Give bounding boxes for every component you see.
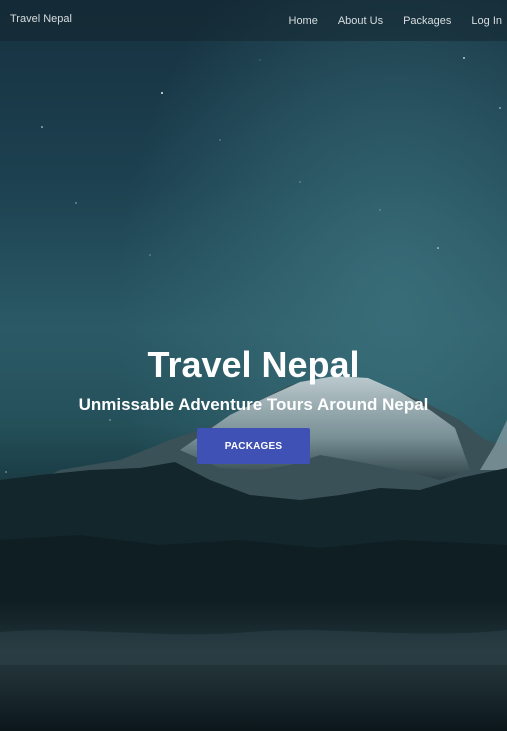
- hero-title: Travel Nepal: [147, 344, 360, 385]
- packages-button[interactable]: PACKAGES: [197, 428, 310, 464]
- hero-section: Travel Nepal Home About Us Packages Log …: [0, 0, 507, 731]
- nav-link-log-in[interactable]: Log In: [471, 15, 502, 27]
- nav-links: Home About Us Packages Log In: [289, 0, 507, 41]
- nav-link-home[interactable]: Home: [289, 15, 318, 27]
- nav-link-about-us[interactable]: About Us: [338, 15, 383, 27]
- hero-subtitle: Unmissable Adventure Tours Around Nepal: [78, 395, 429, 414]
- hero-content: Travel Nepal Unmissable Adventure Tours …: [0, 344, 507, 464]
- nav-link-packages[interactable]: Packages: [403, 15, 451, 27]
- navbar: Travel Nepal Home About Us Packages Log …: [0, 0, 507, 41]
- brand-logo-link[interactable]: Travel Nepal: [10, 13, 72, 25]
